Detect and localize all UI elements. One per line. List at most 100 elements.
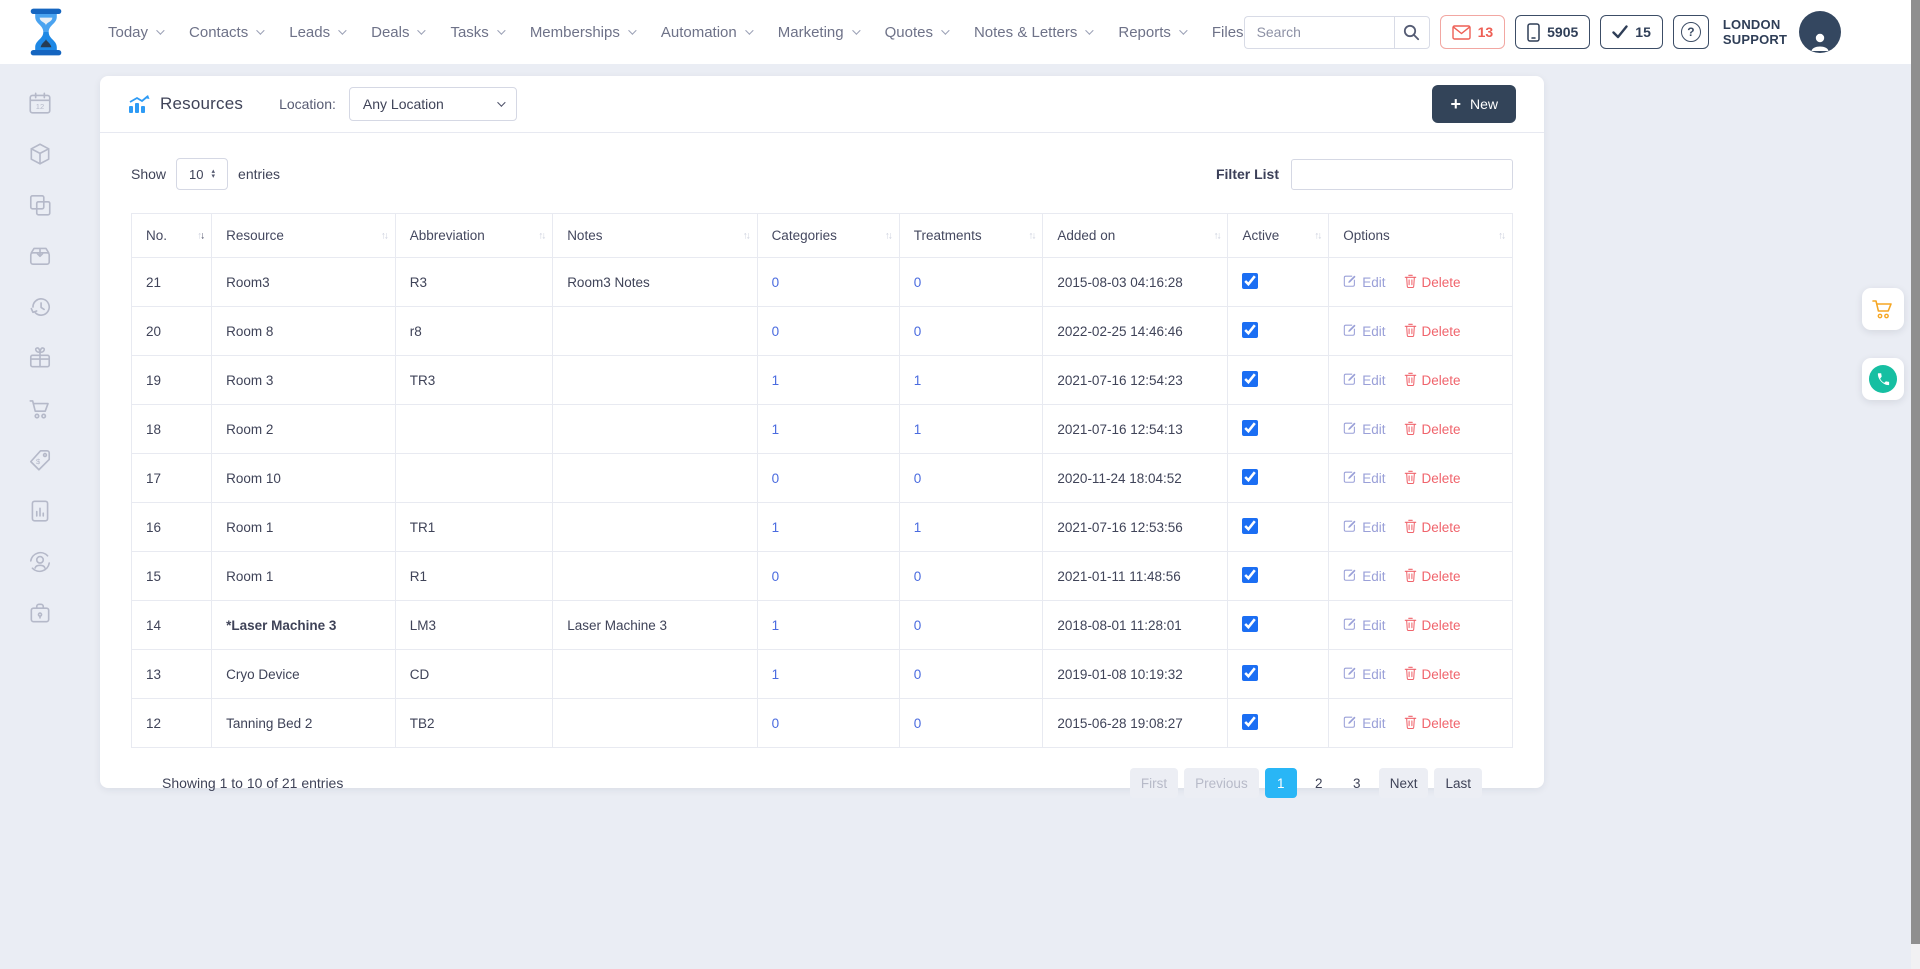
edit-button[interactable]: Edit <box>1343 666 1385 683</box>
treatments-count-link[interactable]: 0 <box>914 471 922 486</box>
column-header-notes[interactable]: Notes↑↓ <box>553 214 757 258</box>
treatments-count-link[interactable]: 0 <box>914 324 922 339</box>
active-checkbox[interactable] <box>1242 420 1258 436</box>
column-header-no-[interactable]: No.↑↓ <box>132 214 212 258</box>
tray-arrow-icon[interactable] <box>27 243 53 269</box>
delete-button[interactable]: Delete <box>1404 372 1461 389</box>
sort-arrows-icon[interactable]: ↑↓ <box>743 230 749 241</box>
page-next-button[interactable]: Next <box>1379 768 1429 798</box>
phone-float-button[interactable] <box>1862 358 1904 400</box>
package-icon[interactable] <box>27 141 53 167</box>
delete-button[interactable]: Delete <box>1404 519 1461 536</box>
app-logo-icon[interactable] <box>28 8 64 56</box>
edit-button[interactable]: Edit <box>1343 568 1385 585</box>
delete-button[interactable]: Delete <box>1404 470 1461 487</box>
treatments-count-link[interactable]: 0 <box>914 716 922 731</box>
page-size-select[interactable]: 10 ▴▾ <box>176 158 228 190</box>
edit-button[interactable]: Edit <box>1343 421 1385 438</box>
column-header-active[interactable]: Active↑↓ <box>1228 214 1329 258</box>
delete-button[interactable]: Delete <box>1404 715 1461 732</box>
edit-button[interactable]: Edit <box>1343 323 1385 340</box>
nav-deals[interactable]: Deals <box>371 24 423 41</box>
active-checkbox[interactable] <box>1242 322 1258 338</box>
delete-button[interactable]: Delete <box>1404 421 1461 438</box>
treatments-count-link[interactable]: 0 <box>914 618 922 633</box>
treatments-count-link[interactable]: 1 <box>914 422 922 437</box>
cart-icon[interactable] <box>27 396 53 422</box>
filter-input[interactable] <box>1291 159 1513 190</box>
sort-arrows-icon[interactable]: ↑↓ <box>1028 230 1034 241</box>
mail-badge[interactable]: 13 <box>1440 15 1506 49</box>
user-sync-icon[interactable] <box>27 549 53 575</box>
search-input[interactable] <box>1244 16 1394 49</box>
gift-icon[interactable] <box>27 345 53 371</box>
sort-arrows-icon[interactable]: ↑↓ <box>885 230 891 241</box>
column-header-added-on[interactable]: Added on↑↓ <box>1043 214 1228 258</box>
treatments-count-link[interactable]: 1 <box>914 520 922 535</box>
edit-button[interactable]: Edit <box>1343 470 1385 487</box>
sort-arrows-icon[interactable]: ↑↓ <box>538 230 544 241</box>
scrollbar-track[interactable] <box>1911 0 1920 969</box>
scrollbar-thumb[interactable] <box>1911 0 1920 944</box>
categories-count-link[interactable]: 1 <box>772 373 780 388</box>
categories-count-link[interactable]: 1 <box>772 520 780 535</box>
edit-button[interactable]: Edit <box>1343 519 1385 536</box>
briefcase-lock-icon[interactable] <box>27 600 53 626</box>
edit-button[interactable]: Edit <box>1343 274 1385 291</box>
nav-today[interactable]: Today <box>108 24 162 41</box>
treatments-count-link[interactable]: 1 <box>914 373 922 388</box>
active-checkbox[interactable] <box>1242 273 1258 289</box>
page-2-button[interactable]: 2 <box>1303 768 1335 798</box>
delete-button[interactable]: Delete <box>1404 666 1461 683</box>
copy-icon[interactable] <box>27 192 53 218</box>
nav-quotes[interactable]: Quotes <box>885 24 947 41</box>
nav-notes-letters[interactable]: Notes & Letters <box>974 24 1091 41</box>
sort-arrows-icon[interactable]: ↑↓ <box>1213 230 1219 241</box>
categories-count-link[interactable]: 1 <box>772 618 780 633</box>
active-checkbox[interactable] <box>1242 371 1258 387</box>
delete-button[interactable]: Delete <box>1404 617 1461 634</box>
categories-count-link[interactable]: 1 <box>772 422 780 437</box>
calendar-icon[interactable]: 12 <box>27 90 53 116</box>
search-button[interactable] <box>1394 16 1430 49</box>
price-tag-icon[interactable]: $ <box>27 447 53 473</box>
column-header-options[interactable]: Options↑↓ <box>1329 214 1513 258</box>
active-checkbox[interactable] <box>1242 469 1258 485</box>
new-button[interactable]: + New <box>1432 85 1516 123</box>
edit-button[interactable]: Edit <box>1343 372 1385 389</box>
treatments-count-link[interactable]: 0 <box>914 667 922 682</box>
location-select[interactable]: Any Location <box>349 87 517 121</box>
tasks-badge[interactable]: 15 <box>1600 15 1663 49</box>
column-header-abbreviation[interactable]: Abbreviation↑↓ <box>395 214 552 258</box>
active-checkbox[interactable] <box>1242 616 1258 632</box>
page-last-button[interactable]: Last <box>1434 768 1482 798</box>
edit-button[interactable]: Edit <box>1343 617 1385 634</box>
treatments-count-link[interactable]: 0 <box>914 275 922 290</box>
cart-float-button[interactable] <box>1862 288 1904 330</box>
categories-count-link[interactable]: 0 <box>772 569 780 584</box>
delete-button[interactable]: Delete <box>1404 323 1461 340</box>
categories-count-link[interactable]: 0 <box>772 716 780 731</box>
delete-button[interactable]: Delete <box>1404 568 1461 585</box>
sort-arrows-icon[interactable]: ↑↓ <box>381 230 387 241</box>
column-header-treatments[interactable]: Treatments↑↓ <box>899 214 1043 258</box>
active-checkbox[interactable] <box>1242 665 1258 681</box>
help-button[interactable]: ? <box>1673 15 1709 49</box>
nav-tasks[interactable]: Tasks <box>450 24 502 41</box>
nav-contacts[interactable]: Contacts <box>189 24 262 41</box>
column-header-resource[interactable]: Resource↑↓ <box>212 214 396 258</box>
sort-arrows-icon[interactable]: ↑↓ <box>1314 230 1320 241</box>
nav-memberships[interactable]: Memberships <box>530 24 634 41</box>
column-header-categories[interactable]: Categories↑↓ <box>757 214 899 258</box>
sort-arrows-icon[interactable]: ↑↓ <box>1498 230 1504 241</box>
categories-count-link[interactable]: 0 <box>772 324 780 339</box>
categories-count-link[interactable]: 0 <box>772 275 780 290</box>
page-3-button[interactable]: 3 <box>1341 768 1373 798</box>
delete-button[interactable]: Delete <box>1404 274 1461 291</box>
treatments-count-link[interactable]: 0 <box>914 569 922 584</box>
nav-marketing[interactable]: Marketing <box>778 24 858 41</box>
categories-count-link[interactable]: 1 <box>772 667 780 682</box>
history-icon[interactable] <box>27 294 53 320</box>
nav-files[interactable]: Files <box>1212 24 1244 41</box>
avatar[interactable] <box>1799 11 1841 53</box>
